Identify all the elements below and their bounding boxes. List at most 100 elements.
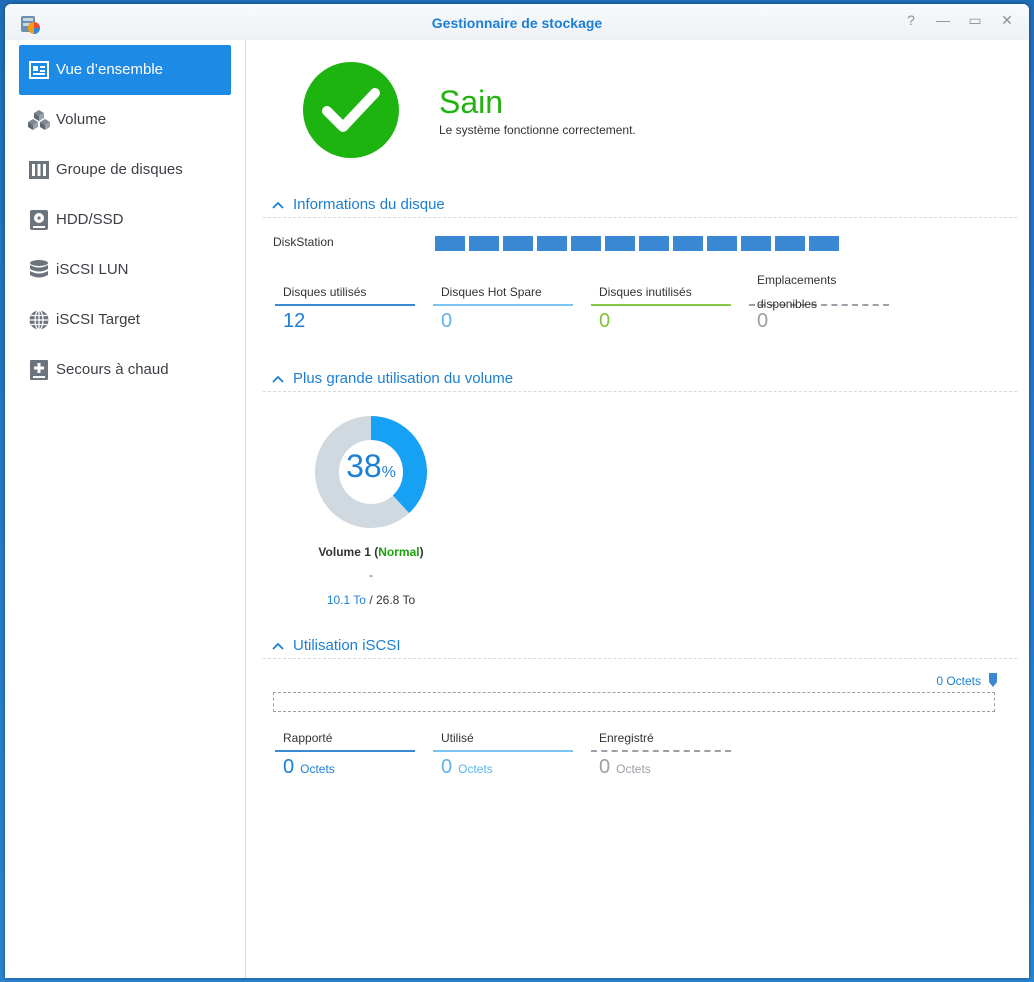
- volume-name: Volume 1: [318, 545, 371, 559]
- stat-number: 0: [283, 756, 295, 778]
- window-title: Gestionnaire de stockage: [431, 15, 603, 31]
- stat-unit: Octets: [616, 762, 651, 776]
- stat-label: Rapporté: [283, 731, 333, 745]
- stat-unused-disks: Disques inutilisés 0: [591, 280, 731, 333]
- volume-used-size: 10.1 To: [326, 593, 366, 607]
- stat-underline: [275, 304, 415, 306]
- hot-spare-plus-icon: [28, 359, 50, 381]
- disk-slot[interactable]: [435, 236, 465, 251]
- disk-slot[interactable]: [503, 236, 533, 251]
- disk-slot-map: [435, 236, 839, 251]
- stat-iscsi-reported: Rapporté 0 Octets: [275, 726, 415, 779]
- sidebar-item-disk-group[interactable]: Groupe de disques: [19, 145, 231, 195]
- database-stack-icon: [28, 259, 50, 281]
- sidebar-item-iscsi-target[interactable]: iSCSI Target: [19, 295, 231, 345]
- volume-capacity: 10.1 To / 26.8 To: [277, 593, 465, 607]
- volume-description: -: [369, 568, 373, 582]
- stat-label: Emplacements disponibles: [757, 273, 837, 311]
- stat-used-disks: Disques utilisés 12: [275, 280, 415, 333]
- section-title: Utilisation iSCSI: [293, 637, 401, 654]
- sidebar-item-iscsi-lun[interactable]: iSCSI LUN: [19, 245, 231, 295]
- stat-underline: [433, 750, 573, 752]
- help-icon[interactable]: ?: [903, 12, 919, 28]
- minimize-icon[interactable]: —: [935, 12, 951, 28]
- stat-label: Disques inutilisés: [599, 285, 692, 299]
- window-controls: ? — ▭ ✕: [903, 12, 1015, 28]
- stat-unit: Octets: [458, 762, 493, 776]
- meter-marker-icon: [989, 673, 997, 687]
- stat-underline: [433, 304, 573, 306]
- disk-slot[interactable]: [809, 236, 839, 251]
- sidebar-item-volume[interactable]: Volume: [19, 95, 231, 145]
- stat-underline: [591, 750, 731, 752]
- health-status-icon: [303, 62, 399, 158]
- health-status-title: Sain: [439, 84, 504, 120]
- globe-icon: [28, 309, 50, 331]
- stat-iscsi-registered: Enregistré 0 Octets: [591, 726, 731, 779]
- sidebar-item-label: iSCSI LUN: [56, 261, 129, 278]
- stat-label: Enregistré: [599, 731, 654, 745]
- stat-number: 0: [441, 756, 453, 778]
- disk-slot[interactable]: [537, 236, 567, 251]
- stat-unit: Octets: [300, 762, 335, 776]
- percent-sign: %: [381, 464, 396, 481]
- collapse-chevron-icon[interactable]: [267, 375, 289, 383]
- disk-slot[interactable]: [707, 236, 737, 251]
- section-title: Informations du disque: [293, 196, 445, 213]
- size-separator: /: [365, 593, 376, 607]
- stat-value: 0 Octets: [275, 756, 415, 779]
- disk-group-icon: [28, 159, 50, 181]
- section-title: Plus grande utilisation du volume: [293, 370, 514, 387]
- stat-available-slots: Emplacements disponibles 0: [749, 268, 889, 333]
- stat-value: 0: [599, 310, 611, 332]
- disk-slot[interactable]: [605, 236, 635, 251]
- sidebar-item-overview[interactable]: Vue d’ensemble: [19, 45, 231, 95]
- disk-slot[interactable]: [571, 236, 601, 251]
- sidebar-item-hot-spare[interactable]: Secours à chaud: [19, 345, 231, 395]
- title-bar: Gestionnaire de stockage ? — ▭ ✕: [5, 4, 1029, 40]
- stat-underline: [275, 750, 415, 752]
- sidebar-item-hdd-ssd[interactable]: HDD/SSD: [19, 195, 231, 245]
- disk-slot[interactable]: [673, 236, 703, 251]
- iscsi-usage-bar: [273, 692, 995, 712]
- collapse-chevron-icon[interactable]: [267, 201, 289, 209]
- hard-disk-icon: [28, 209, 50, 231]
- volume-name-line: Volume 1 (Normal): [318, 545, 424, 559]
- stat-value: 0 Octets: [433, 756, 573, 779]
- maximize-icon[interactable]: ▭: [967, 12, 983, 28]
- stat-label: Disques utilisés: [283, 285, 367, 299]
- stat-value: 0: [441, 310, 453, 332]
- stat-value: 12: [283, 310, 306, 332]
- cubes-icon: [28, 109, 50, 131]
- volume-usage-percent: 38%: [307, 448, 435, 485]
- stat-label: Disques Hot Spare: [441, 285, 542, 299]
- stat-label: Utilisé: [441, 731, 474, 745]
- volume-total-size: 26.8 To: [376, 593, 416, 607]
- sidebar-item-label: Groupe de disques: [56, 161, 183, 178]
- stat-hot-spare-disks: Disques Hot Spare 0: [433, 280, 573, 333]
- health-status-description: Le système fonctionne correctement.: [439, 123, 636, 137]
- section-disk-info-header: Informations du disque: [263, 192, 1017, 218]
- section-iscsi-usage-header: Utilisation iSCSI: [263, 633, 1017, 659]
- volume-status: Normal: [378, 545, 420, 559]
- stat-value: 0 Octets: [591, 756, 731, 779]
- sidebar-item-label: HDD/SSD: [56, 211, 124, 228]
- disk-slot[interactable]: [741, 236, 771, 251]
- stat-underline: [591, 304, 731, 306]
- device-name: DiskStation: [273, 235, 334, 249]
- section-volume-usage-header: Plus grande utilisation du volume: [263, 366, 1017, 392]
- disk-slot[interactable]: [775, 236, 805, 251]
- stat-number: 0: [599, 756, 611, 778]
- sidebar: Vue d’ensemble Volume Groupe de disques …: [5, 40, 246, 978]
- overview-card-icon: [28, 59, 50, 81]
- storage-manager-window: Gestionnaire de stockage ? — ▭ ✕ Vue d’e…: [5, 4, 1029, 978]
- percent-number: 38: [346, 448, 382, 484]
- collapse-chevron-icon[interactable]: [267, 642, 289, 650]
- disk-slot[interactable]: [639, 236, 669, 251]
- overview-panel: Sain Le système fonctionne correctement.…: [247, 40, 1029, 978]
- sidebar-item-label: iSCSI Target: [56, 311, 140, 328]
- close-icon[interactable]: ✕: [999, 12, 1015, 28]
- disk-slot[interactable]: [469, 236, 499, 251]
- sidebar-item-label: Vue d’ensemble: [56, 61, 164, 78]
- stat-iscsi-used: Utilisé 0 Octets: [433, 726, 573, 779]
